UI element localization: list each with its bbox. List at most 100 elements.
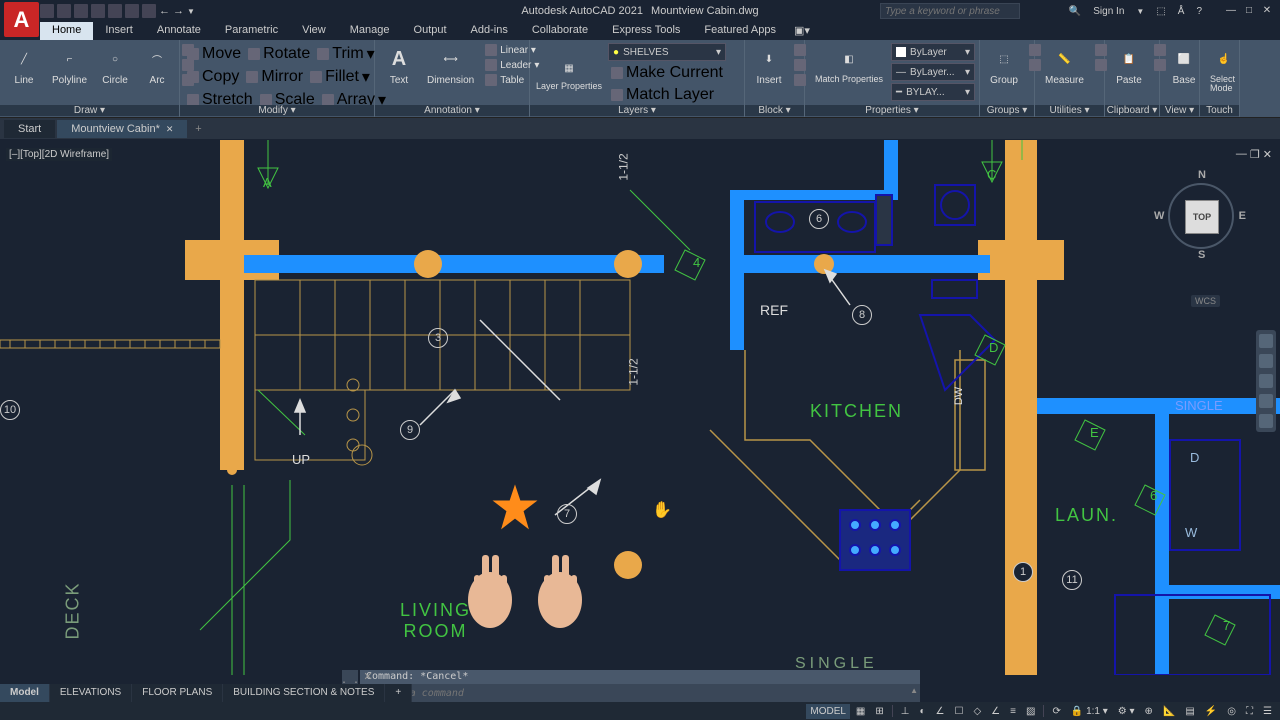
viewcube[interactable]: TOP N S E W xyxy=(1150,165,1250,265)
search-icon[interactable]: 🔍 xyxy=(1069,6,1081,17)
linetype-dropdown[interactable]: —ByLayer...▾ xyxy=(891,63,975,81)
properties-panel-label[interactable]: Properties ▾ xyxy=(805,105,979,116)
qat-new-icon[interactable] xyxy=(40,4,54,18)
move-button[interactable]: Move xyxy=(184,43,244,65)
status-iso-icon[interactable]: ∠ xyxy=(932,704,949,719)
qat-redo-icon[interactable] xyxy=(142,4,156,18)
layers-panel-label[interactable]: Layers ▾ xyxy=(530,105,744,116)
fillet-button[interactable]: Fillet ▾ xyxy=(307,66,373,88)
annotation-panel-label[interactable]: Annotation ▾ xyxy=(375,105,529,116)
status-3dosnap-icon[interactable]: ◇ xyxy=(969,704,985,719)
status-model-button[interactable]: MODEL xyxy=(806,704,850,719)
qat-saveas-icon[interactable] xyxy=(91,4,105,18)
tab-manage[interactable]: Manage xyxy=(338,22,402,40)
cmd-scroll-up-icon[interactable]: ▲ xyxy=(910,686,918,695)
status-cleanscreen-icon[interactable]: ⛶ xyxy=(1242,704,1257,719)
status-customize-icon[interactable]: ☰ xyxy=(1259,704,1276,719)
trim-button[interactable]: Trim ▾ xyxy=(314,43,377,65)
viewcube-north[interactable]: N xyxy=(1198,169,1206,181)
exchange-icon[interactable]: ⬚ xyxy=(1156,6,1165,17)
status-grid-icon[interactable]: ▦ xyxy=(852,704,869,719)
modify-panel-label[interactable]: Modify ▾ xyxy=(180,105,374,116)
nav-zoom-icon[interactable] xyxy=(1259,374,1273,388)
circle-button[interactable]: ○Circle xyxy=(95,43,135,88)
app-store-icon[interactable]: Å xyxy=(1178,6,1185,17)
utilities-panel-label[interactable]: Utilities ▾ xyxy=(1035,105,1104,116)
draw-panel-label[interactable]: Draw ▾ xyxy=(0,105,179,116)
tab-view[interactable]: View xyxy=(290,22,338,40)
vp-minimize-button[interactable]: — xyxy=(1236,148,1247,161)
make-current-button[interactable]: Make Current xyxy=(608,63,726,83)
status-quickprops-icon[interactable]: ▤ xyxy=(1181,704,1198,719)
status-ortho-icon[interactable]: ⊥ xyxy=(897,704,914,719)
match-properties-button[interactable]: ◧Match Properties xyxy=(809,43,889,86)
viewcube-east[interactable]: E xyxy=(1239,210,1246,222)
tab-overflow-icon[interactable]: ▣▾ xyxy=(788,22,816,40)
rotate-button[interactable]: Rotate xyxy=(245,43,313,65)
status-annoscale-button[interactable]: 🔒 1:1 ▾ xyxy=(1067,704,1112,719)
qat-open-icon[interactable] xyxy=(57,4,71,18)
lineweight-dropdown[interactable]: ━BYLAY...▾ xyxy=(891,83,975,101)
add-tab-button[interactable]: + xyxy=(189,123,207,135)
nav-wheel-icon[interactable] xyxy=(1259,334,1273,348)
qat-undo-icon[interactable] xyxy=(125,4,139,18)
base-button[interactable]: ⬜Base xyxy=(1164,43,1204,88)
status-snap-icon[interactable]: ⊞ xyxy=(871,704,887,719)
groups-panel-label[interactable]: Groups ▾ xyxy=(980,105,1034,116)
viewcube-west[interactable]: W xyxy=(1154,210,1164,222)
status-otrack-icon[interactable]: ∠ xyxy=(987,704,1004,719)
line-button[interactable]: ╱Line xyxy=(4,43,44,88)
qat-plot-icon[interactable] xyxy=(108,4,122,18)
tab-annotate[interactable]: Annotate xyxy=(145,22,213,40)
tab-express[interactable]: Express Tools xyxy=(600,22,692,40)
app-logo[interactable]: A xyxy=(4,2,39,37)
tab-parametric[interactable]: Parametric xyxy=(213,22,290,40)
nav-showmotion-icon[interactable] xyxy=(1259,414,1273,428)
clipboard-panel-label[interactable]: Clipboard ▾ xyxy=(1105,105,1159,116)
help-icon[interactable]: ? xyxy=(1196,6,1202,17)
view-panel-label[interactable]: View ▾ xyxy=(1160,105,1199,116)
tab-collaborate[interactable]: Collaborate xyxy=(520,22,600,40)
viewcube-face[interactable]: TOP xyxy=(1185,200,1219,234)
status-cycling-icon[interactable]: ⟳ xyxy=(1048,704,1064,719)
select-mode-button[interactable]: ☝Select Mode xyxy=(1204,43,1244,95)
minimize-button[interactable]: — xyxy=(1224,5,1238,17)
status-isolate-icon[interactable]: ◎ xyxy=(1223,704,1240,719)
match-layer-button[interactable]: Match Layer xyxy=(608,85,717,105)
block-panel-label[interactable]: Block ▾ xyxy=(745,105,804,116)
nav-orbit-icon[interactable] xyxy=(1259,394,1273,408)
text-button[interactable]: AText xyxy=(379,43,419,88)
wcs-label[interactable]: WCS xyxy=(1191,295,1220,307)
status-workspace-icon[interactable]: ⚙ ▾ xyxy=(1114,704,1139,719)
viewcube-south[interactable]: S xyxy=(1198,249,1205,261)
layout-tab-sections[interactable]: BUILDING SECTION & NOTES xyxy=(223,684,385,702)
maximize-button[interactable]: □ xyxy=(1242,5,1256,17)
dimension-button[interactable]: ⟷Dimension xyxy=(421,43,480,88)
status-hardware-icon[interactable]: ⚡ xyxy=(1201,704,1221,719)
arc-button[interactable]: ⌒Arc xyxy=(137,43,177,88)
tab-featured[interactable]: Featured Apps xyxy=(692,22,788,40)
layer-dropdown[interactable]: ●SHELVES▾ xyxy=(608,43,726,61)
status-polar-icon[interactable]: ◐ xyxy=(915,704,929,719)
tab-output[interactable]: Output xyxy=(402,22,459,40)
search-input[interactable] xyxy=(880,3,1020,19)
copy-button[interactable]: Copy xyxy=(184,66,242,88)
qat-save-icon[interactable] xyxy=(74,4,88,18)
layout-tab-floorplans[interactable]: FLOOR PLANS xyxy=(132,684,223,702)
viewport-label[interactable]: [–][Top][2D Wireframe] xyxy=(6,148,112,161)
polyline-button[interactable]: ⌐Polyline xyxy=(46,43,93,88)
close-doc-icon[interactable]: ✕ xyxy=(166,124,174,134)
layer-properties-button[interactable]: ▦Layer Properties xyxy=(534,58,604,91)
color-dropdown[interactable]: ByLayer▾ xyxy=(891,43,975,61)
qat-undo-arrow[interactable]: ← xyxy=(159,5,170,17)
qat-redo-arrow[interactable]: → xyxy=(173,5,184,17)
command-input[interactable] xyxy=(380,688,916,699)
vp-restore-button[interactable]: ❐ xyxy=(1250,148,1260,161)
doc-tab-start[interactable]: Start xyxy=(4,120,55,138)
doc-tab-active[interactable]: Mountview Cabin*✕ xyxy=(57,120,187,138)
tab-insert[interactable]: Insert xyxy=(93,22,145,40)
status-lwt-icon[interactable]: ≡ xyxy=(1006,704,1020,719)
insert-button[interactable]: ⬇Insert xyxy=(749,43,789,88)
status-transparency-icon[interactable]: ▨ xyxy=(1022,704,1039,719)
layout-tab-model[interactable]: Model xyxy=(0,684,50,702)
